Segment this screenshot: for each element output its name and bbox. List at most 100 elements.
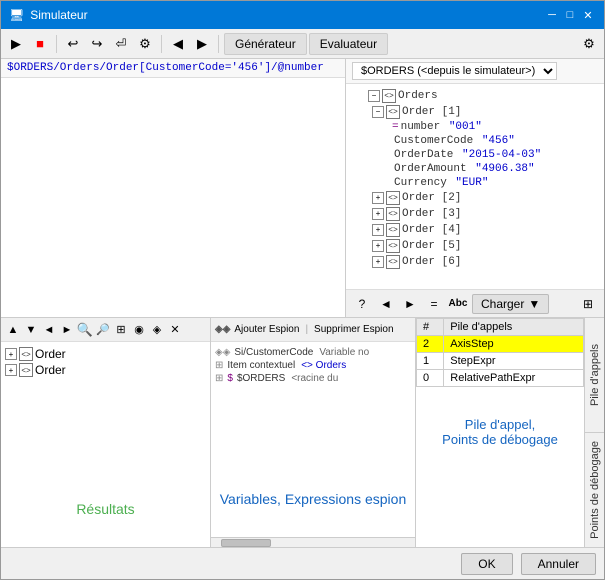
customercode-attr-label: CustomerCode: [394, 135, 480, 147]
charger-button[interactable]: Charger ▼: [472, 294, 549, 314]
debug-icon[interactable]: ⚙: [134, 33, 156, 55]
xml-tree-header: $ORDERS (<depuis le simulateur>): [346, 59, 604, 84]
cancel-button[interactable]: Annuler: [521, 553, 596, 575]
help-icon[interactable]: ?: [352, 294, 372, 314]
order4-expand-icon[interactable]: +: [372, 224, 384, 236]
variables-scrollbar[interactable]: [211, 537, 415, 547]
evaluateur-button[interactable]: Evaluateur: [309, 33, 388, 55]
results-fit-icon[interactable]: ⊞: [113, 322, 129, 338]
results-down-icon[interactable]: ▼: [23, 322, 39, 338]
order3-label: Order [3]: [402, 208, 461, 220]
stepover-icon[interactable]: ↪: [86, 33, 108, 55]
tree-orderdate-row: OrderDate "2015-04-03": [352, 148, 598, 162]
tree-order1-row: − <> Order [1]: [352, 104, 598, 120]
variables-placeholder: Variables, Expressions espion: [211, 491, 415, 507]
step-icon[interactable]: ↩: [62, 33, 84, 55]
xpath-tree-area: [1, 78, 345, 317]
variables-scrollbar-thumb[interactable]: [221, 539, 271, 547]
var-row1-label: Si/CustomerCode: [234, 347, 313, 358]
nav-back-icon[interactable]: ◄: [376, 294, 396, 314]
debug-inner: # Pile d'appels 2 AxisStep 1 StepE: [416, 318, 584, 547]
close-button[interactable]: ✕: [580, 7, 596, 23]
results-more2-icon[interactable]: ◈: [149, 322, 165, 338]
results-left-icon[interactable]: ◄: [41, 322, 57, 338]
side-tab-call-stack[interactable]: Pile d'appels: [585, 318, 604, 433]
maximize-button[interactable]: □: [562, 7, 578, 23]
sep2: [161, 35, 162, 53]
debug-row-3[interactable]: 0 RelativePathExpr: [417, 370, 584, 387]
orders-element-icon: <>: [382, 89, 396, 103]
number-attr-value: "001": [449, 121, 482, 133]
debug-row2-num: 1: [417, 353, 444, 370]
tree-order6-row: + <> Order [6]: [352, 254, 598, 270]
debug-panel: # Pile d'appels 2 AxisStep 1 StepE: [416, 318, 604, 547]
result-order1-icon: <>: [19, 347, 33, 361]
debug-row1-num: 2: [417, 336, 444, 353]
order5-expand-icon[interactable]: +: [372, 240, 384, 252]
order1-collapse-icon[interactable]: −: [372, 106, 384, 118]
orders-collapse-icon[interactable]: −: [368, 90, 380, 102]
order3-element-icon: <>: [386, 207, 400, 221]
var-row3: ⊞ $ $ORDERS <racine du: [215, 372, 411, 385]
order5-element-icon: <>: [386, 239, 400, 253]
result-order2-row: + <> Order: [5, 362, 206, 378]
result-order2-expand[interactable]: +: [5, 364, 17, 376]
add-espion-label[interactable]: Ajouter Espion: [234, 324, 299, 335]
var-row2-icon1: ⊞: [215, 360, 223, 371]
result-order1-label: Order: [35, 347, 66, 361]
order6-expand-icon[interactable]: +: [372, 256, 384, 268]
variables-toolbar: ◈◈ Ajouter Espion | Supprimer Espion: [211, 318, 415, 342]
nav-fwd-icon[interactable]: ►: [400, 294, 420, 314]
result-order1-row: + <> Order: [5, 346, 206, 362]
order1-label: Order [1]: [402, 106, 461, 118]
customercode-attr-value: "456": [482, 135, 515, 147]
stop-icon[interactable]: ■: [29, 33, 51, 55]
run-icon[interactable]: ▶: [5, 33, 27, 55]
back-icon[interactable]: ◀: [167, 33, 189, 55]
footer-bar: OK Annuler: [1, 547, 604, 579]
tree-order4-row: + <> Order [4]: [352, 222, 598, 238]
debug-row-2[interactable]: 1 StepExpr: [417, 353, 584, 370]
tree-number-row: = number "001": [352, 120, 598, 134]
results-more1-icon[interactable]: ◉: [131, 322, 147, 338]
app-icon: 🖥: [9, 8, 24, 22]
charger-dropdown-icon: ▼: [528, 297, 540, 311]
debug-row3-label: RelativePathExpr: [444, 370, 584, 387]
remove-espion-label[interactable]: Supprimer Espion: [314, 324, 393, 335]
number-attr-label: number: [401, 121, 447, 133]
abc-icon[interactable]: Abc: [448, 294, 468, 314]
results-close-icon[interactable]: ✕: [167, 322, 183, 338]
side-tab-debug-points[interactable]: Points de débogage: [585, 433, 604, 547]
var-row1: ◈◈ Si/CustomerCode Variable no: [215, 346, 411, 359]
order1-element-icon: <>: [386, 105, 400, 119]
results-right-icon[interactable]: ►: [59, 322, 75, 338]
results-zoom-out-icon[interactable]: 🔎: [95, 322, 111, 338]
order3-expand-icon[interactable]: +: [372, 208, 384, 220]
settings-icon[interactable]: ⚙: [578, 33, 600, 55]
debug-row-1[interactable]: 2 AxisStep: [417, 336, 584, 353]
xpath-text: $ORDERS/Orders/Order[CustomerCode='456']…: [7, 62, 324, 74]
results-up-icon[interactable]: ▲: [5, 322, 21, 338]
equals-icon[interactable]: =: [424, 294, 444, 314]
debug-col-label: Pile d'appels: [444, 319, 584, 336]
title-bar: 🖥 Simulateur ─ □ ✕: [1, 1, 604, 29]
forward-icon[interactable]: ▶: [191, 33, 213, 55]
ok-button[interactable]: OK: [461, 553, 512, 575]
orderamount-attr-label: OrderAmount: [394, 163, 473, 175]
debug-row3-num: 0: [417, 370, 444, 387]
stepout-icon[interactable]: ⏎: [110, 33, 132, 55]
order2-expand-icon[interactable]: +: [372, 192, 384, 204]
source-dropdown[interactable]: $ORDERS (<depuis le simulateur>): [352, 62, 557, 80]
results-zoom-in-icon[interactable]: 🔍: [77, 322, 93, 338]
window-title: Simulateur: [30, 8, 87, 22]
generator-button[interactable]: Générateur: [224, 33, 307, 55]
variables-content: ◈◈ Si/CustomerCode Variable no ⊞ Item co…: [211, 342, 415, 537]
order4-label: Order [4]: [402, 224, 461, 236]
debug-placeholder: Pile d'appel, Points de débogage: [416, 417, 584, 447]
result-order1-expand[interactable]: +: [5, 348, 17, 360]
xml-expand-icon[interactable]: ⊞: [578, 294, 598, 314]
minimize-button[interactable]: ─: [544, 7, 560, 23]
bottom-section: ▲ ▼ ◄ ► 🔍 🔎 ⊞ ◉ ◈ ✕ + <> Order + <>: [1, 317, 604, 547]
results-panel: ▲ ▼ ◄ ► 🔍 🔎 ⊞ ◉ ◈ ✕ + <> Order + <>: [1, 318, 211, 547]
order4-element-icon: <>: [386, 223, 400, 237]
